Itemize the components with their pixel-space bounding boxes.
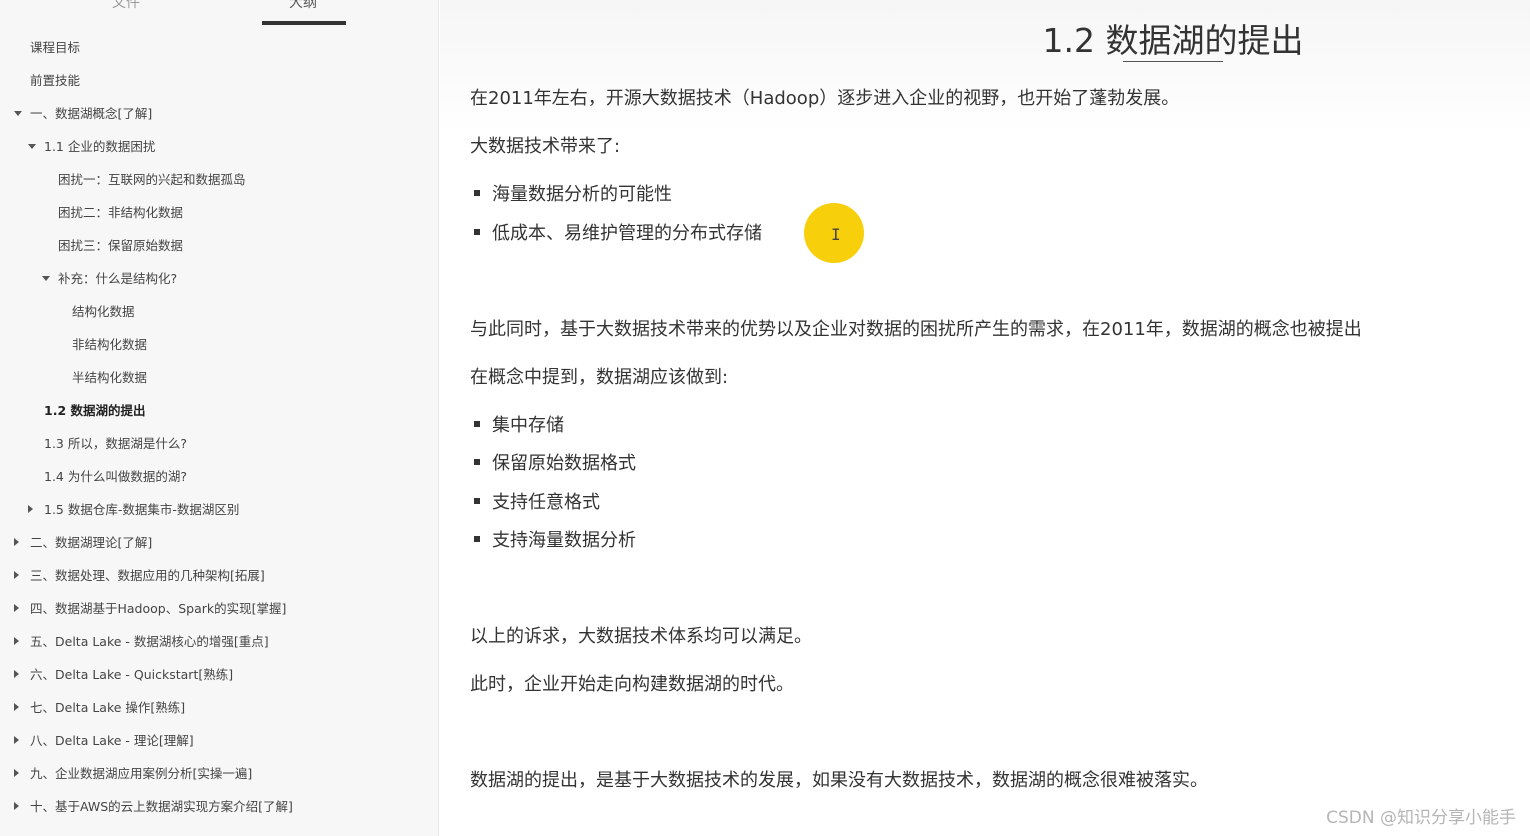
document-title: 1.2 数据湖的提出 — [1042, 21, 1304, 60]
outline-sidebar: 文件 大纲 课程目标前置技能一、数据湖概念[了解] 1.1 企业的数据困扰困扰一：… — [0, 0, 439, 836]
outline-item[interactable]: 七、Delta Lake 操作[熟练] — [0, 691, 438, 724]
watermark: CSDN @知识分享小能手 — [1326, 808, 1516, 828]
title-underline — [1123, 61, 1223, 62]
paragraph-benefits-lead: 大数据技术带来了: — [470, 136, 621, 157]
tab-outline[interactable]: 大纲 — [289, 0, 317, 12]
list-item: 支持任意格式 — [474, 488, 600, 514]
outline-item[interactable]: 非结构化数据 — [0, 328, 438, 361]
outline-item-label: 八、Delta Lake - 理论[理解] — [30, 733, 194, 748]
outline-item-label: 半结构化数据 — [72, 370, 148, 385]
outline-item[interactable]: 困扰二：非结构化数据 — [0, 196, 438, 229]
outline-item-label: 四、数据湖基于Hadoop、Spark的实现[掌握] — [30, 601, 287, 616]
text-cursor-icon: I — [831, 225, 841, 244]
document-pane[interactable]: 1.2 数据湖的提出 在2011年左右，开源大数据技术（Hadoop）逐步进入企… — [440, 0, 1530, 836]
outline-item-label: 补充：什么是结构化? — [58, 271, 178, 286]
caret-right-icon[interactable] — [14, 802, 19, 810]
list-item-text: 海量数据分析的可能性 — [492, 184, 672, 205]
caret-right-icon[interactable] — [14, 538, 19, 546]
paragraph-satisfied: 以上的诉求，大数据技术体系均可以满足。 — [470, 626, 812, 647]
outline-item-label: 十、基于AWS的云上数据湖实现方案介绍[了解] — [30, 799, 293, 814]
outline-item-label: 困扰三：保留原始数据 — [58, 238, 184, 253]
outline-item[interactable]: 二、数据湖理论[了解] — [0, 526, 438, 559]
outline-item[interactable]: 困扰一：互联网的兴起和数据孤岛 — [0, 163, 438, 196]
paragraph-conclusion: 数据湖的提出，是基于大数据技术的发展，如果没有大数据技术，数据湖的概念很难被落实… — [470, 770, 1208, 791]
bullet-icon — [474, 229, 480, 235]
list-item-text: 集中存储 — [492, 415, 564, 436]
paragraph-concept: 与此同时，基于大数据技术带来的优势以及企业对数据的困扰所产生的需求，在2011年… — [470, 319, 1362, 340]
outline-item[interactable]: 结构化数据 — [0, 295, 438, 328]
outline-item-label: 1.2 数据湖的提出 — [44, 403, 146, 418]
tab-files[interactable]: 文件 — [112, 0, 140, 12]
outline-item-label: 1.1 企业的数据困扰 — [44, 139, 156, 154]
outline-item-label: 一、数据湖概念[了解] — [30, 106, 153, 121]
outline-item-label: 六、Delta Lake - Quickstart[熟练] — [30, 667, 234, 682]
outline-item[interactable]: 1.5 数据仓库-数据集市-数据湖区别 — [0, 493, 438, 526]
bullet-icon — [474, 190, 480, 196]
caret-right-icon[interactable] — [14, 769, 19, 777]
caret-right-icon[interactable] — [14, 571, 19, 579]
bullet-icon — [474, 421, 480, 427]
outline-item-label: 七、Delta Lake 操作[熟练] — [30, 700, 186, 715]
list-item: 海量数据分析的可能性 — [474, 180, 672, 206]
outline-list: 课程目标前置技能一、数据湖概念[了解] 1.1 企业的数据困扰困扰一：互联网的兴起… — [0, 31, 438, 823]
caret-right-icon[interactable] — [14, 637, 19, 645]
outline-item[interactable]: 四、数据湖基于Hadoop、Spark的实现[掌握] — [0, 592, 438, 625]
outline-item-label: 课程目标 — [30, 40, 81, 55]
outline-item-label: 五、Delta Lake - 数据湖核心的增强[重点] — [30, 634, 269, 649]
paragraph-requirements-lead: 在概念中提到，数据湖应该做到: — [470, 367, 729, 388]
sidebar-tabs: 文件 大纲 — [0, 0, 438, 28]
list-item: 保留原始数据格式 — [474, 449, 636, 475]
caret-down-icon[interactable] — [28, 144, 36, 149]
caret-down-icon[interactable] — [14, 111, 22, 116]
list-item-text: 保留原始数据格式 — [492, 453, 636, 474]
caret-right-icon[interactable] — [14, 703, 19, 711]
caret-right-icon[interactable] — [28, 505, 33, 513]
caret-right-icon[interactable] — [14, 604, 19, 612]
outline-item[interactable]: 十、基于AWS的云上数据湖实现方案介绍[了解] — [0, 790, 438, 823]
caret-right-icon[interactable] — [14, 670, 19, 678]
caret-right-icon[interactable] — [14, 736, 19, 744]
list-item-text: 低成本、易维护管理的分布式存储 — [492, 223, 762, 244]
outline-item[interactable]: 八、Delta Lake - 理论[理解] — [0, 724, 438, 757]
outline-item[interactable]: 六、Delta Lake - Quickstart[熟练] — [0, 658, 438, 691]
outline-item[interactable]: 1.3 所以，数据湖是什么? — [0, 427, 438, 460]
outline-item-label: 1.3 所以，数据湖是什么? — [44, 436, 187, 451]
bullet-icon — [474, 459, 480, 465]
outline-item-label: 结构化数据 — [72, 304, 135, 319]
list-item: 支持海量数据分析 — [474, 526, 636, 552]
bullet-icon — [474, 498, 480, 504]
outline-item-label: 三、数据处理、数据应用的几种架构[拓展] — [30, 568, 265, 583]
outline-item-label: 二、数据湖理论[了解] — [30, 535, 153, 550]
outline-item[interactable]: 1.1 企业的数据困扰 — [0, 130, 438, 163]
list-item-text: 支持任意格式 — [492, 492, 600, 513]
outline-item[interactable]: 补充：什么是结构化? — [0, 262, 438, 295]
outline-item[interactable]: 1.4 为什么叫做数据的湖? — [0, 460, 438, 493]
outline-item-label: 1.4 为什么叫做数据的湖? — [44, 469, 187, 484]
outline-item[interactable]: 课程目标 — [0, 31, 438, 64]
outline-item[interactable]: 九、企业数据湖应用案例分析[实操一遍] — [0, 757, 438, 790]
active-tab-indicator — [262, 21, 346, 25]
outline-item-label: 困扰二：非结构化数据 — [58, 205, 184, 220]
list-item: 集中存储 — [474, 411, 564, 437]
outline-item-label: 1.5 数据仓库-数据集市-数据湖区别 — [44, 502, 240, 517]
outline-item[interactable]: 五、Delta Lake - 数据湖核心的增强[重点] — [0, 625, 438, 658]
outline-item[interactable]: 三、数据处理、数据应用的几种架构[拓展] — [0, 559, 438, 592]
outline-item-label: 困扰一：互联网的兴起和数据孤岛 — [58, 172, 246, 187]
outline-item[interactable]: 半结构化数据 — [0, 361, 438, 394]
outline-item-label: 九、企业数据湖应用案例分析[实操一遍] — [30, 766, 253, 781]
bullet-icon — [474, 536, 480, 542]
outline-item-label: 非结构化数据 — [72, 337, 148, 352]
caret-down-icon[interactable] — [42, 276, 50, 281]
list-item-text: 支持海量数据分析 — [492, 530, 636, 551]
outline-item-label: 前置技能 — [30, 73, 81, 88]
paragraph-intro: 在2011年左右，开源大数据技术（Hadoop）逐步进入企业的视野，也开始了蓬勃… — [470, 88, 1180, 109]
list-item: 低成本、易维护管理的分布式存储 — [474, 219, 762, 245]
app-window: 文件 大纲 课程目标前置技能一、数据湖概念[了解] 1.1 企业的数据困扰困扰一：… — [0, 0, 1530, 836]
outline-item[interactable]: 前置技能 — [0, 64, 438, 97]
outline-item[interactable]: 困扰三：保留原始数据 — [0, 229, 438, 262]
outline-item[interactable]: 一、数据湖概念[了解] — [0, 97, 438, 130]
outline-item[interactable]: 1.2 数据湖的提出 — [0, 394, 438, 427]
paragraph-era: 此时，企业开始走向构建数据湖的时代。 — [470, 674, 794, 695]
